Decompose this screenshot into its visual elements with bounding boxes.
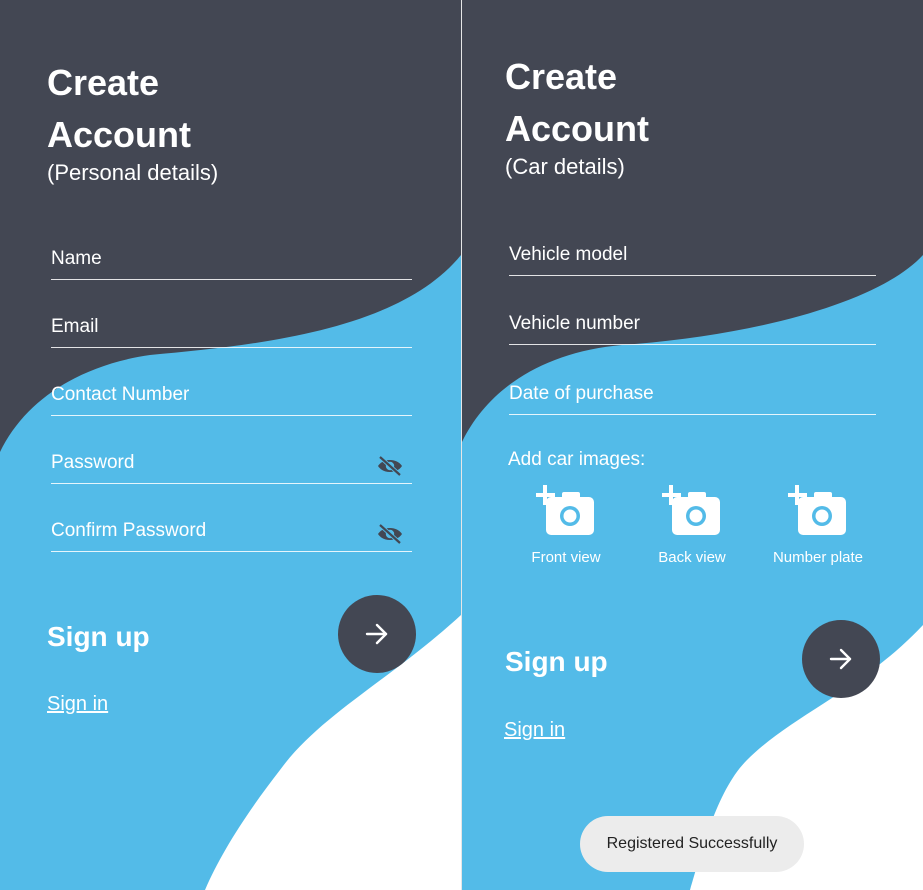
arrow-right-icon bbox=[829, 648, 852, 670]
add-photo-icon[interactable] bbox=[662, 485, 722, 541]
personal-details-screen: Create Account (Personal details) Name E… bbox=[0, 0, 461, 890]
vehicle-model-field[interactable]: Vehicle model bbox=[509, 231, 876, 276]
number-plate-caption: Number plate bbox=[772, 549, 864, 566]
add-photo-icon[interactable] bbox=[536, 485, 596, 541]
signup-heading: Sign up bbox=[47, 621, 150, 652]
email-field-label: Email bbox=[51, 316, 99, 337]
name-field[interactable]: Name bbox=[51, 235, 412, 280]
page-subtitle: (Car details) bbox=[505, 154, 625, 179]
date-of-purchase-field[interactable]: Date of purchase bbox=[509, 370, 876, 415]
car-details-screen: Create Account (Car details) Vehicle mod… bbox=[462, 0, 923, 890]
signin-link[interactable]: Sign in bbox=[47, 693, 108, 716]
confirm-password-field[interactable]: Confirm Password bbox=[51, 507, 412, 552]
eye-off-icon[interactable] bbox=[376, 523, 404, 545]
number-plate-slot[interactable]: Number plate bbox=[758, 485, 878, 566]
page-title: Create Account bbox=[47, 57, 191, 161]
page-subtitle: (Personal details) bbox=[47, 160, 219, 185]
password-field[interactable]: Password bbox=[51, 439, 412, 484]
name-field-label: Name bbox=[51, 248, 102, 269]
title-line-2: Account bbox=[505, 108, 649, 149]
vehicle-model-field-label: Vehicle model bbox=[509, 244, 628, 265]
confirm-password-field-label: Confirm Password bbox=[51, 520, 207, 541]
signup-heading: Sign up bbox=[505, 646, 608, 677]
next-button[interactable] bbox=[802, 620, 880, 698]
title-line-1: Create bbox=[505, 56, 618, 97]
eye-off-icon[interactable] bbox=[376, 455, 404, 477]
signin-link[interactable]: Sign in bbox=[504, 719, 565, 742]
title-line-2: Account bbox=[47, 114, 191, 155]
toast-message: Registered Successfully bbox=[580, 816, 804, 872]
next-button[interactable] bbox=[338, 595, 416, 673]
contact-number-field[interactable]: Contact Number bbox=[51, 371, 412, 416]
front-view-slot[interactable]: Front view bbox=[506, 485, 626, 566]
back-view-caption: Back view bbox=[658, 549, 726, 566]
date-of-purchase-field-label: Date of purchase bbox=[509, 383, 654, 404]
contact-number-field-label: Contact Number bbox=[51, 384, 190, 405]
page-title: Create Account bbox=[505, 51, 649, 155]
back-view-slot[interactable]: Back view bbox=[632, 485, 752, 566]
add-photo-icon[interactable] bbox=[788, 485, 848, 541]
title-line-1: Create bbox=[47, 62, 160, 103]
front-view-caption: Front view bbox=[531, 549, 601, 566]
arrow-right-icon bbox=[365, 623, 388, 645]
password-field-label: Password bbox=[51, 452, 135, 473]
add-images-label: Add car images: bbox=[508, 449, 646, 470]
email-field[interactable]: Email bbox=[51, 303, 412, 348]
vehicle-number-field-label: Vehicle number bbox=[509, 313, 640, 334]
vehicle-number-field[interactable]: Vehicle number bbox=[509, 300, 876, 345]
